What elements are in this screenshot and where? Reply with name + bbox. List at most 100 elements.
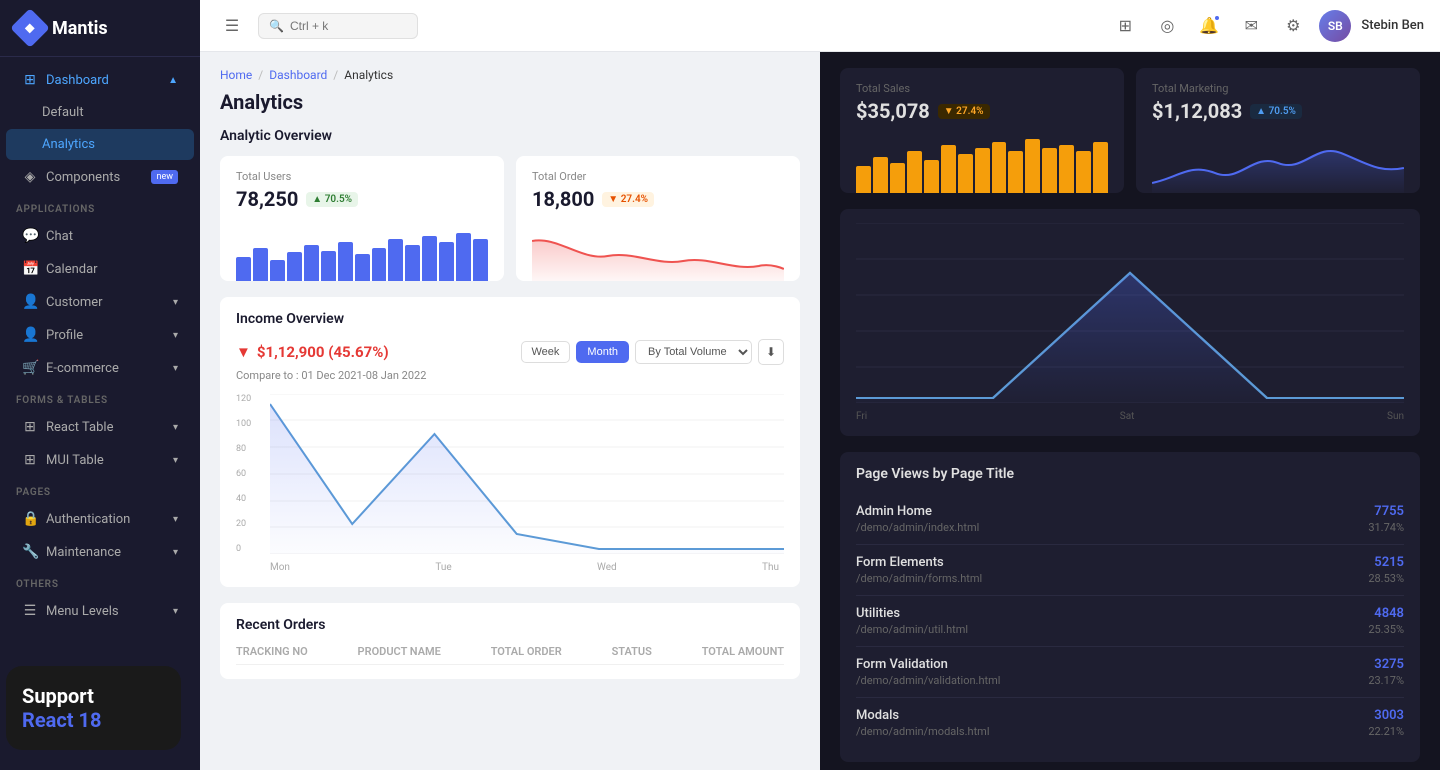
chevron-down-icon: ▾: [173, 547, 178, 558]
page-view-row: Form Elements /demo/admin/forms.html 521…: [856, 545, 1404, 596]
sidebar-item-profile[interactable]: 👤 Profile ▾: [6, 319, 194, 351]
page-views-card: Page Views by Page Title Admin Home /dem…: [840, 452, 1420, 762]
bar: [924, 160, 939, 193]
section-label-applications: Applications: [0, 194, 200, 219]
chevron-down-icon: ▾: [173, 514, 178, 525]
dark-stat-card-marketing: Total Marketing $1,12,083 ▲ 70.5%: [1136, 68, 1420, 193]
bar: [236, 257, 251, 281]
notifications-button[interactable]: 🔔: [1193, 10, 1225, 42]
settings-button[interactable]: ⚙: [1277, 10, 1309, 42]
week-button[interactable]: Week: [521, 341, 571, 363]
breadcrumb-dashboard[interactable]: Dashboard: [269, 68, 327, 82]
ecommerce-icon: 🛒: [22, 360, 38, 376]
support-widget[interactable]: Support React 18: [6, 666, 181, 750]
sidebar-item-maintenance[interactable]: 🔧 Maintenance ▾: [6, 536, 194, 568]
sidebar-logo: ◆ Mantis: [0, 0, 200, 57]
breadcrumb-sep1: /: [258, 68, 263, 82]
sidebar-item-label: Authentication: [46, 512, 130, 527]
bar: [1025, 139, 1040, 193]
line-chart: [270, 394, 784, 558]
user-circle-button[interactable]: ◎: [1151, 10, 1183, 42]
mail-button[interactable]: ✉: [1235, 10, 1267, 42]
col-total-order: TOTAL ORDER: [491, 645, 562, 658]
profile-icon: 👤: [22, 327, 38, 343]
bar: [253, 248, 268, 281]
sidebar-item-dashboard[interactable]: ⊞ Dashboard ▲: [6, 64, 194, 96]
sidebar-item-calendar[interactable]: 📅 Calendar: [6, 253, 194, 285]
search-input[interactable]: [290, 19, 390, 33]
search-icon: 🔍: [269, 19, 284, 33]
stat-card-users: Total Users 78,250 ▲ 70.5%: [220, 156, 504, 281]
y-axis: 120 100 80 60 40 20 0: [236, 394, 266, 554]
menu-toggle-button[interactable]: ☰: [216, 10, 248, 42]
sidebar-item-default[interactable]: Default: [6, 97, 194, 128]
sidebar-item-label: Menu Levels: [46, 604, 119, 619]
download-button[interactable]: ⬇: [758, 339, 784, 365]
y-label: 120: [236, 394, 266, 404]
sidebar-item-mui-table[interactable]: ⊞ MUI Table ▾: [6, 444, 194, 476]
volume-select[interactable]: By Total Volume: [635, 340, 752, 364]
sidebar-item-chat[interactable]: 💬 Chat: [6, 220, 194, 252]
pv-pct: 22.21%: [1368, 725, 1404, 738]
auth-icon: 🔒: [22, 511, 38, 527]
month-button[interactable]: Month: [576, 341, 629, 363]
bar: [941, 145, 956, 193]
page-view-row: Modals /demo/admin/modals.html 3003 22.2…: [856, 698, 1404, 748]
page-views-title: Page Views by Page Title: [856, 466, 1404, 482]
x-label: Tue: [435, 562, 451, 573]
sidebar-item-label: Profile: [46, 328, 83, 343]
sidebar-item-menu-levels[interactable]: ☰ Menu Levels ▾: [6, 595, 194, 627]
income-chart-container: 120 100 80 60 40 20 0: [236, 394, 784, 573]
chevron-down-icon: ▾: [173, 455, 178, 466]
pv-url: /demo/admin/index.html: [856, 521, 979, 534]
bar: [1076, 151, 1091, 193]
menu-icon: ☰: [22, 603, 38, 619]
sidebar-item-analytics[interactable]: Analytics: [6, 129, 194, 160]
pv-count: 5215: [1368, 555, 1404, 570]
sidebar-item-components[interactable]: ◈ Components new: [6, 161, 194, 193]
sidebar-item-label: Chat: [46, 229, 73, 244]
income-section-title: Income Overview: [236, 311, 784, 327]
bar: [270, 260, 285, 281]
sidebar-item-authentication[interactable]: 🔒 Authentication ▾: [6, 503, 194, 535]
stat-value-users: 78,250 ▲ 70.5%: [236, 187, 488, 211]
bar: [439, 242, 454, 281]
search-bar[interactable]: 🔍: [258, 13, 418, 39]
col-amount: TOTAL AMOUNT: [702, 645, 784, 658]
breadcrumb-sep2: /: [333, 68, 338, 82]
bar: [873, 157, 888, 193]
calendar-icon: 📅: [22, 261, 38, 277]
bar: [304, 245, 319, 281]
dark-stat-value-marketing: $1,12,083 ▲ 70.5%: [1152, 99, 1404, 123]
sidebar-item-customer[interactable]: 👤 Customer ▾: [6, 286, 194, 318]
logo-text: Mantis: [52, 18, 108, 39]
page-view-row: Utilities /demo/admin/util.html 4848 25.…: [856, 596, 1404, 647]
apps-button[interactable]: ⊞: [1109, 10, 1141, 42]
stat-card-order: Total Order 18,800 ▼ 27.4%: [516, 156, 800, 281]
dark-stat-label-sales: Total Sales: [856, 82, 1108, 95]
x-label: Thu: [762, 562, 779, 573]
dark-stat-card-sales: Total Sales $35,078 ▼ 27.4%: [840, 68, 1124, 193]
chevron-down-icon: ▾: [173, 606, 178, 617]
notification-badge: [1213, 14, 1221, 22]
dark-stat-value-sales: $35,078 ▼ 27.4%: [856, 99, 1108, 123]
sidebar-item-ecommerce[interactable]: 🛒 E-commerce ▾: [6, 352, 194, 384]
income-overview-card: Income Overview ▼ $1,12,900 (45.67%) Wee…: [220, 297, 800, 587]
page-view-row: Admin Home /demo/admin/index.html 7755 3…: [856, 494, 1404, 545]
page-view-row: Form Validation /demo/admin/validation.h…: [856, 647, 1404, 698]
sidebar-item-label: Default: [42, 105, 84, 120]
x-label: Fri: [856, 411, 867, 422]
breadcrumb-current: Analytics: [344, 68, 393, 82]
y-label: 60: [236, 469, 266, 479]
y-label: 40: [236, 494, 266, 504]
sidebar-item-label: React Table: [46, 420, 113, 435]
sidebar-item-react-table[interactable]: ⊞ React Table ▾: [6, 411, 194, 443]
section-label-pages: Pages: [0, 477, 200, 502]
sidebar-item-label: MUI Table: [46, 453, 104, 468]
logo-icon: ◆: [10, 8, 50, 48]
pv-url: /demo/admin/validation.html: [856, 674, 1000, 687]
y-label: 20: [236, 519, 266, 529]
topnav-right: ⊞ ◎ 🔔 ✉ ⚙ SB Stebin Ben: [1109, 10, 1424, 42]
bar: [456, 233, 471, 281]
breadcrumb-home[interactable]: Home: [220, 68, 252, 82]
